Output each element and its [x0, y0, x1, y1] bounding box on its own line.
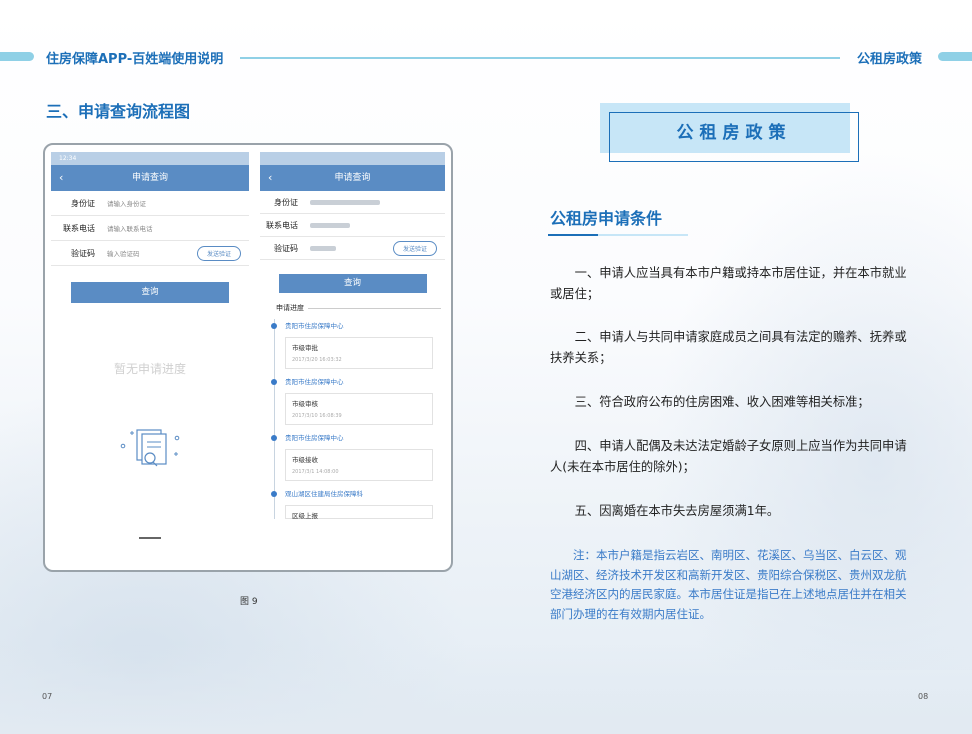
id-card-row-2: 身份证 — [260, 191, 445, 214]
background-floor — [0, 644, 972, 734]
back-icon-2[interactable]: ‹ — [268, 165, 272, 191]
header-right-title: 公租房政策 — [857, 52, 923, 67]
verify-code-label-2: 验证码 — [274, 243, 298, 253]
timeline-step: 市级接收 — [292, 456, 318, 464]
condition-item: 二、申请人与共同申请家庭成员之间具有法定的赡养、抚养或扶养关系； — [550, 330, 907, 365]
phone-input[interactable]: 请输入联系电话 — [107, 223, 153, 233]
phone-label: 联系电话 — [63, 223, 95, 233]
id-card-label: 身份证 — [71, 198, 95, 208]
verify-code-value-blurred — [310, 245, 336, 251]
nav-title-2: 申请查询 — [334, 173, 371, 183]
subtitle-underline-accent — [548, 234, 598, 236]
phone-row-2: 联系电话 — [260, 214, 445, 237]
timeline-card: 市级审核 2017/3/10 16:08:39 — [285, 393, 433, 425]
figure-caption: 图 9 — [240, 597, 258, 607]
timeline-card: 市级审批 2017/3/20 16:03:32 — [285, 337, 433, 369]
verify-code-row-2: 验证码 发送验证 — [260, 237, 445, 260]
id-card-input[interactable]: 请输入身份证 — [107, 198, 146, 208]
send-verify-button-2[interactable]: 发送验证 — [392, 241, 437, 256]
nav-bar-2: ‹ 申请查询 — [260, 165, 445, 191]
progress-timeline: 贵阳市住房保障中心 市级审批 2017/3/20 16:03:32 贵阳市住房保… — [271, 319, 445, 520]
header-accent-left — [0, 52, 34, 61]
condition-item: 五、因离婚在本市失去房屋须满1年。 — [574, 504, 780, 518]
timeline-node: 贵阳市住房保障中心 — [271, 319, 445, 333]
policy-badge: 公租房政策 — [609, 112, 859, 162]
id-card-value-blurred — [310, 199, 380, 205]
page-number-right: 08 — [918, 692, 929, 701]
note-text: 注：本市户籍是指云岩区、南明区、花溪区、乌当区、白云区、观山湖区、经济技术开发区… — [550, 548, 907, 621]
query-button[interactable]: 查询 — [71, 282, 229, 303]
timeline-card: 区级上报 — [285, 505, 433, 520]
screenshot-frame: 12:34 ‹ 申请查询 身份证 请输入身份证 联系电话 请输入联系电话 验证码… — [43, 143, 453, 572]
header-accent-right — [938, 52, 972, 61]
page-number-left: 07 — [42, 692, 53, 701]
header-left-title: 住房保障APP-百姓端使用说明 — [46, 52, 224, 67]
timeline-date: 2017/3/20 16:03:32 — [292, 357, 342, 363]
timeline-date: 2017/3/1 14:08:00 — [292, 469, 339, 475]
phone-screen-query-empty: 12:34 ‹ 申请查询 身份证 请输入身份证 联系电话 请输入联系电话 验证码… — [51, 152, 249, 548]
timeline-card: 市级接收 2017/3/1 14:08:00 — [285, 449, 433, 481]
nav-title: 申请查询 — [131, 173, 168, 183]
verify-code-row: 验证码 输入验证码 发送验证 — [51, 241, 249, 266]
phone-row: 联系电话 请输入联系电话 — [51, 216, 249, 241]
progress-title: 申请进度 — [260, 303, 445, 313]
phone-screen-query-progress: ‹ 申请查询 身份证 联系电话 验证码 发送验证 查询 申请进度 贵阳市住房保障… — [260, 152, 445, 548]
query-button-2[interactable]: 查询 — [278, 274, 427, 293]
verify-code-input[interactable]: 输入验证码 — [107, 248, 140, 258]
empty-progress-text: 暂无申请进度 — [113, 362, 186, 376]
back-icon[interactable]: ‹ — [59, 165, 63, 191]
header-rule — [240, 57, 840, 59]
status-bar-2 — [260, 152, 445, 165]
nav-bar: ‹ 申请查询 — [51, 165, 249, 191]
home-indicator — [139, 537, 161, 539]
timeline-step: 市级审批 — [292, 344, 318, 352]
timeline-node: 观山湖区住建局住房保障科 — [271, 487, 445, 501]
id-card-row: 身份证 请输入身份证 — [51, 191, 249, 216]
section-title: 三、申请查询流程图 — [46, 102, 191, 121]
subtitle: 公租房申请条件 — [550, 209, 663, 228]
condition-item: 四、申请人配偶及未达法定婚龄子女原则上应当作为共同申请人(未在本市居住的除外)； — [550, 439, 907, 474]
timeline-node: 贵阳市住房保障中心 — [271, 375, 445, 389]
timeline-node: 贵阳市住房保障中心 — [271, 431, 445, 445]
phone-label-2: 联系电话 — [266, 220, 298, 230]
condition-item: 三、符合政府公布的住房困难、收入困难等相关标准； — [574, 395, 870, 409]
id-card-label-2: 身份证 — [274, 197, 298, 207]
phone-value-blurred — [310, 222, 350, 228]
status-bar: 12:34 — [51, 152, 249, 165]
condition-item: 一、申请人应当具有本市户籍或持本市居住证，并在本市就业或居住； — [550, 266, 907, 301]
no-records-illustration-icon — [120, 429, 180, 467]
timeline-step: 区级上报 — [292, 512, 318, 520]
timeline-date: 2017/3/10 16:08:39 — [292, 413, 342, 419]
send-verify-button[interactable]: 发送验证 — [196, 246, 241, 261]
timeline-step: 市级审核 — [292, 400, 318, 408]
verify-code-label: 验证码 — [71, 248, 95, 258]
